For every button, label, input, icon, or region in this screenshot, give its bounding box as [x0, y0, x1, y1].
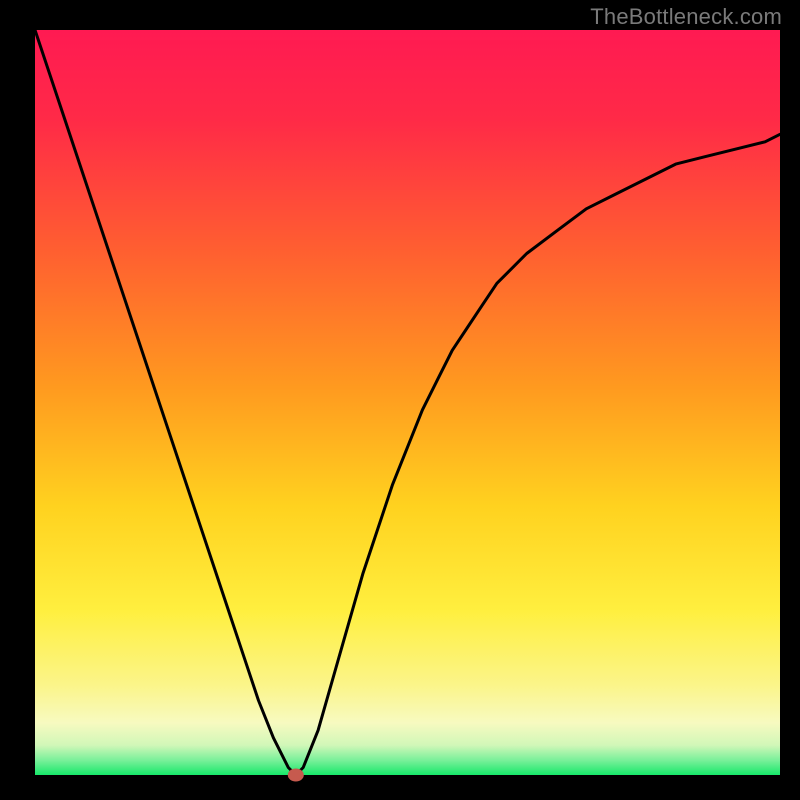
bottleneck-chart [0, 0, 800, 800]
optimal-point-marker [288, 769, 304, 782]
gradient-background [35, 30, 780, 775]
chart-svg [0, 0, 800, 800]
watermark-text: TheBottleneck.com [590, 4, 782, 30]
